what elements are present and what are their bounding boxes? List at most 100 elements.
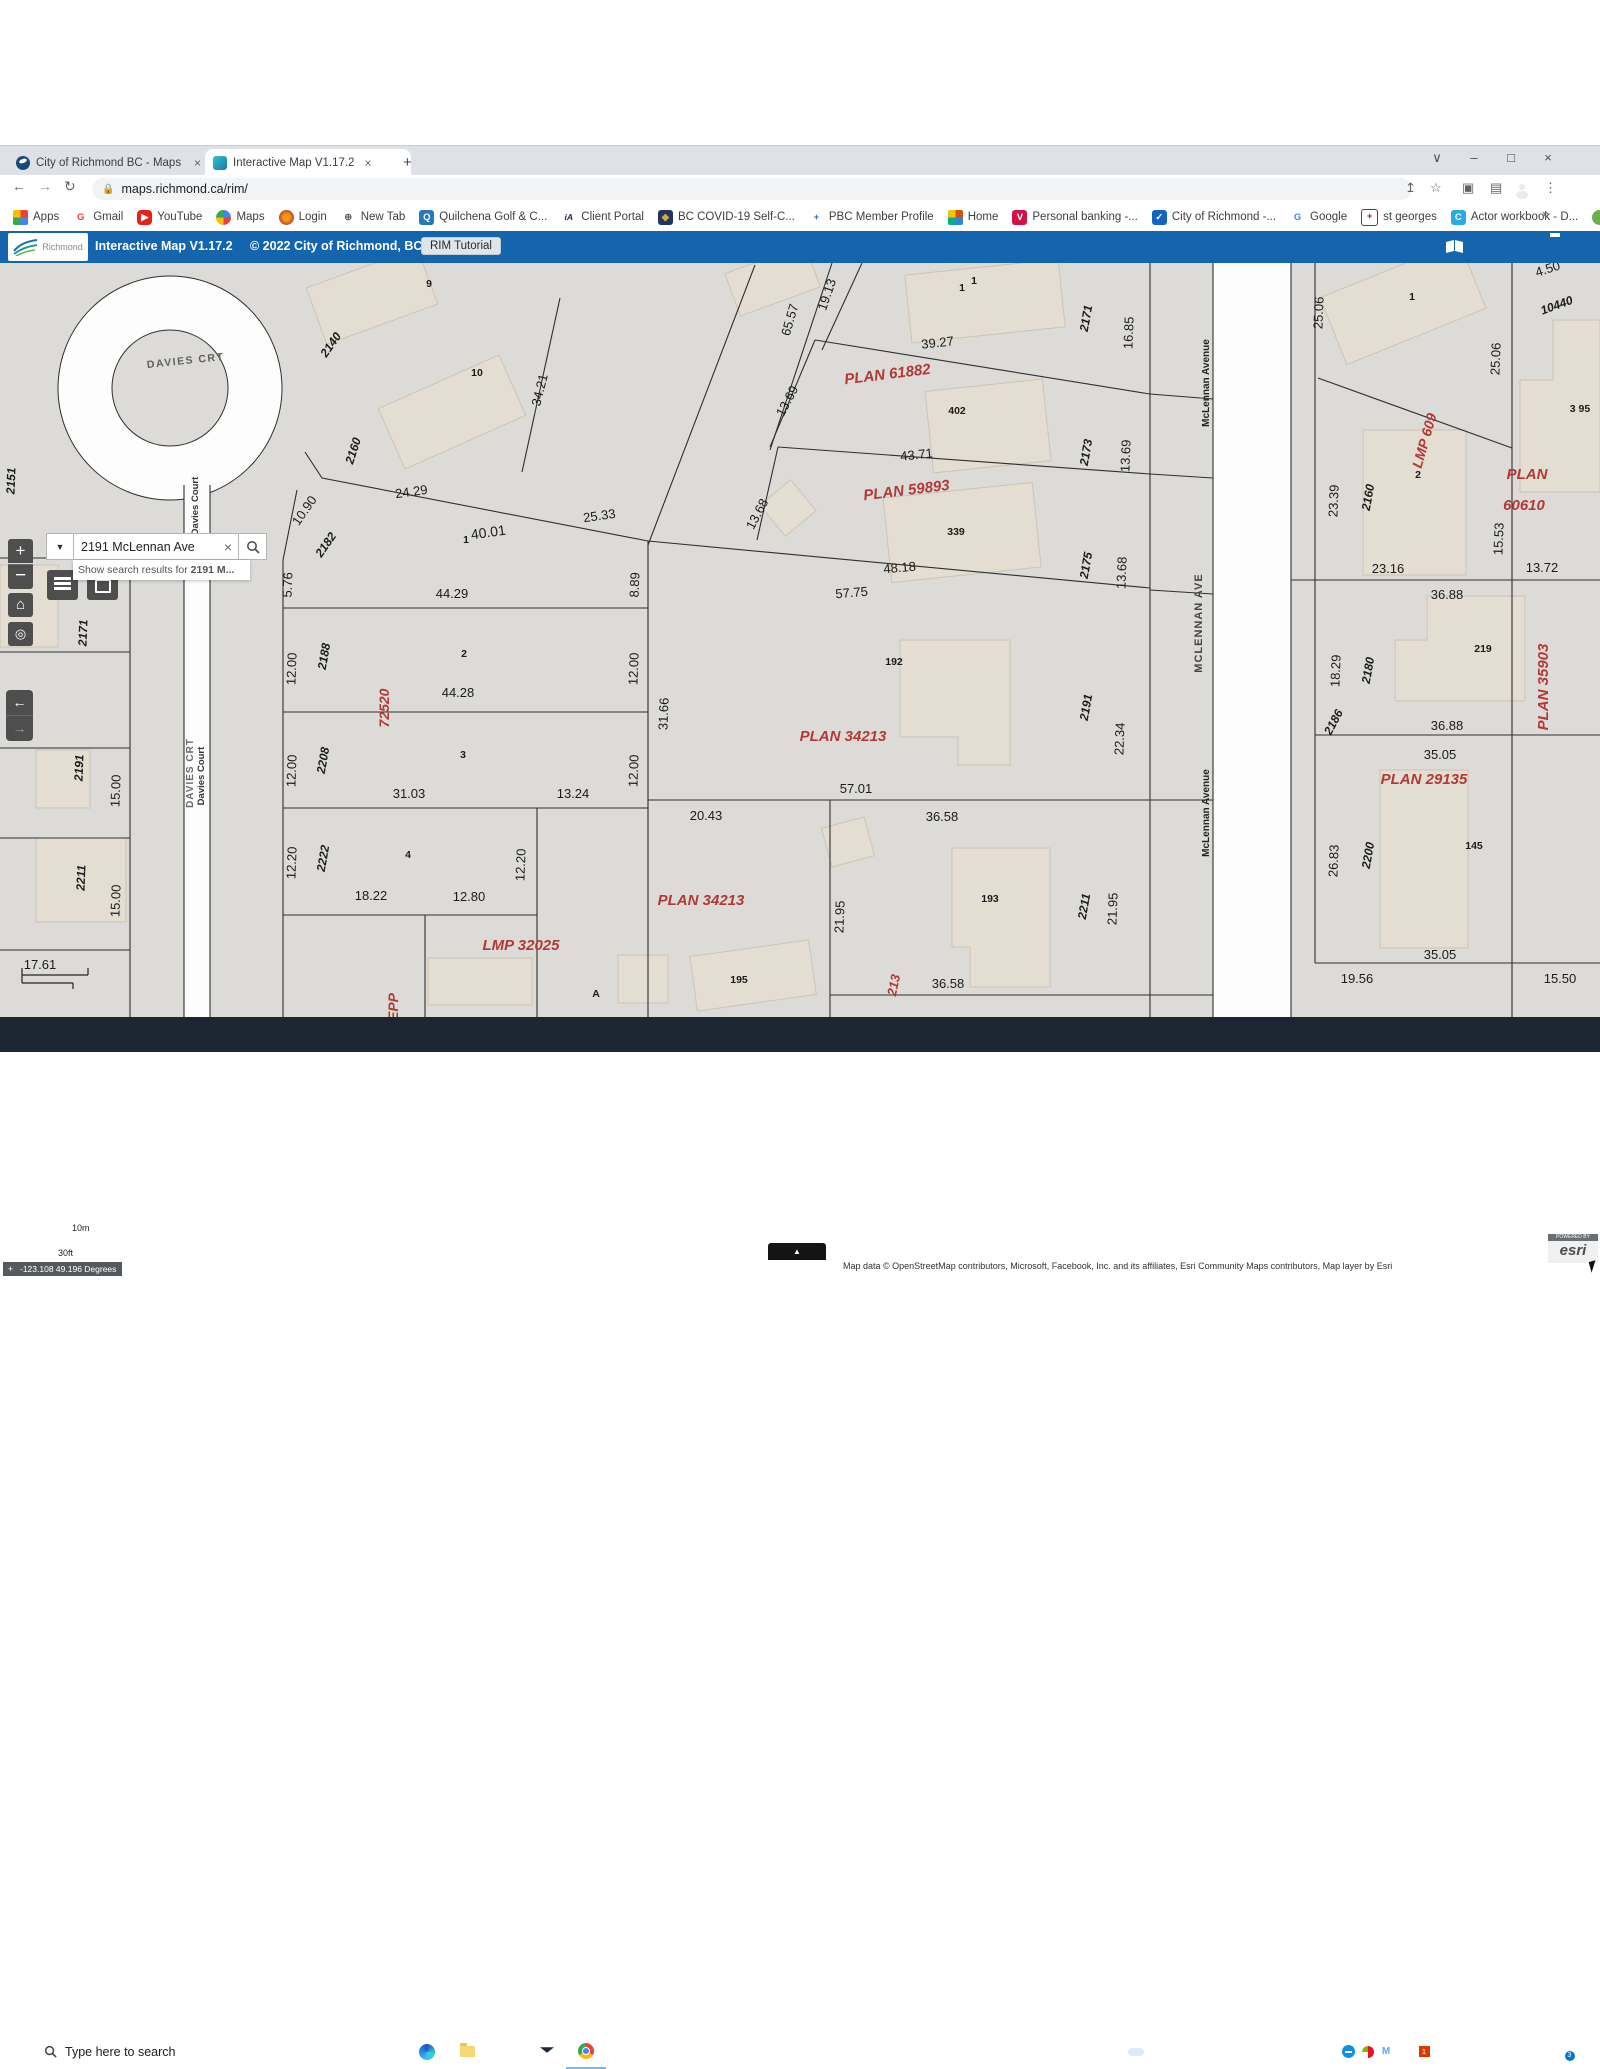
map-label: 44.28 (442, 685, 475, 700)
search-button[interactable] (238, 533, 267, 560)
forward-icon[interactable]: → (38, 178, 52, 194)
mail-icon (540, 2047, 555, 2057)
bookmark-label: Actor workbook - D... (1471, 211, 1578, 223)
building-footprint (900, 640, 1010, 765)
url-field[interactable]: 🔒 maps.richmond.ca/rim/ (92, 178, 1412, 200)
bookmark-item[interactable]: iAClient Portal (554, 206, 651, 228)
map-label: 5.76 (280, 572, 296, 598)
search-suggestion[interactable]: Show search results for 2191 M... (73, 560, 250, 580)
expand-panel-button[interactable]: ▲ (768, 1243, 826, 1260)
tab-close-icon[interactable]: × (194, 156, 201, 170)
extensions-icon[interactable]: ▣ (1462, 180, 1474, 196)
legend-list-icon[interactable] (1478, 237, 1502, 257)
bookmark-item[interactable]: Apple Financial Ser... (1585, 206, 1600, 228)
start-button[interactable] (0, 2034, 36, 2069)
bookmark-star-icon[interactable]: ☆ (1430, 180, 1442, 196)
layers-icon (54, 577, 71, 591)
file-explorer-button[interactable] (448, 2034, 486, 2069)
new-tab-button[interactable]: + (403, 154, 412, 171)
alert-badge-tray-icon[interactable]: 1 (1414, 2034, 1434, 2069)
bookmark-favicon: ▶ (137, 210, 152, 225)
richmond-logo[interactable]: Richmond (8, 233, 88, 261)
bookmark-item[interactable]: ✓City of Richmond -... (1145, 206, 1283, 228)
crosshair-icon[interactable]: + (5, 1264, 16, 1275)
bookmark-item[interactable]: Home (941, 206, 1006, 228)
cortana-button[interactable] (332, 2034, 368, 2069)
map-label: 18.22 (355, 888, 388, 903)
bookmark-item[interactable]: Apps (6, 206, 66, 228)
building-footprint (690, 940, 816, 1011)
bookmark-item[interactable]: VPersonal banking -... (1005, 206, 1144, 228)
map-label: 2191 (72, 754, 87, 782)
windows-taskbar: Type here to search 10°C Mostly cloudy ∧… (0, 1017, 1600, 1052)
bookmarks-overflow-icon[interactable]: » (1542, 206, 1549, 221)
window-minimize-icon[interactable]: – (1459, 150, 1489, 165)
store-button[interactable] (488, 2034, 526, 2069)
weather-widget[interactable]: 10°C Mostly cloudy (1128, 2034, 1303, 2069)
print-icon[interactable] (1543, 237, 1567, 257)
map-label: 2171 (76, 619, 91, 647)
building-footprint (905, 263, 1065, 343)
tab-title: Interactive Map V1.17.2 (233, 157, 354, 169)
edge-button[interactable] (408, 2034, 446, 2069)
teamviewer-tray-icon[interactable] (1338, 2034, 1358, 2069)
zoom-in-button[interactable]: + (8, 539, 33, 563)
language-indicator[interactable]: ENG US (1445, 2034, 1469, 2069)
bookmarks-widget-icon[interactable] (1443, 237, 1467, 257)
zoom-out-button[interactable]: − (8, 564, 33, 589)
notification-center-button[interactable]: 3 (1550, 2034, 1576, 2069)
bookmark-item[interactable]: ⊕New Tab (334, 206, 413, 228)
next-extent-button[interactable]: → (6, 715, 33, 741)
taskbar-search-input[interactable]: Type here to search (36, 2038, 331, 2065)
mail-button[interactable] (528, 2034, 566, 2069)
home-extent-button[interactable]: ⌂ (8, 593, 33, 617)
bookmark-item[interactable]: QQuilchena Golf & C... (412, 206, 554, 228)
m-app-tray-icon[interactable]: M (1376, 2034, 1396, 2069)
tab-close-icon[interactable]: × (364, 156, 371, 170)
bookmark-item[interactable]: ▶YouTube (130, 206, 209, 228)
window-close-icon[interactable]: × (1533, 150, 1563, 165)
locate-button[interactable]: ◎ (8, 622, 33, 646)
previous-extent-button[interactable]: ← (6, 690, 33, 715)
basemap-grid-icon[interactable] (1511, 237, 1535, 257)
map-label: 2180 (1359, 656, 1378, 686)
window-chevron-icon[interactable]: ∨ (1422, 150, 1452, 166)
chrome-button[interactable] (566, 2034, 606, 2069)
map-canvas[interactable]: 24.2940.0125.3310.905.7644.298.8912.0044… (0, 263, 1600, 1017)
search-input[interactable]: 2191 McLennan Ave × (73, 533, 239, 560)
reload-icon[interactable]: ↻ (64, 178, 76, 195)
security-tray-icon[interactable] (1358, 2034, 1378, 2069)
map-label: 2175 (1077, 551, 1096, 581)
search-source-dropdown[interactable]: ▼ (46, 533, 74, 560)
bookmark-item[interactable]: Login (272, 206, 334, 228)
rim-tutorial-button[interactable]: RIM Tutorial (421, 237, 501, 255)
search-value: 2191 McLennan Ave (74, 540, 218, 554)
bookmark-item[interactable]: GGmail (66, 206, 130, 228)
tray-chevron-icon[interactable]: ∧ (1296, 2034, 1316, 2069)
task-view-button[interactable] (368, 2034, 404, 2069)
map-label: 57.01 (840, 781, 873, 796)
map-label: Davies Court (196, 746, 207, 805)
clear-search-icon[interactable]: × (218, 539, 238, 555)
bookmark-item[interactable]: Maps (209, 206, 271, 228)
bookmark-item[interactable]: +st georges (1354, 206, 1444, 228)
bookmark-item[interactable]: CActor workbook - D... (1444, 206, 1585, 228)
map-label: 36.58 (926, 809, 959, 824)
tab-interactive-map[interactable]: Interactive Map V1.17.2 × (205, 149, 411, 176)
cortana-icon (342, 2043, 359, 2060)
map-label: 1 (463, 534, 469, 546)
bookmark-item[interactable]: GGoogle (1283, 206, 1354, 228)
back-icon[interactable]: ← (12, 178, 26, 194)
display-tray-icon[interactable] (1394, 2034, 1414, 2069)
window-maximize-icon[interactable]: □ (1496, 150, 1526, 165)
map-label: MCLENNAN AVE (1193, 573, 1205, 672)
reading-list-icon[interactable]: ▤ (1490, 180, 1502, 196)
notification-badge: 3 (1565, 2051, 1575, 2061)
share-icon[interactable]: ↥ (1405, 180, 1416, 196)
bookmark-item[interactable]: ◆BC COVID-19 Self-C... (651, 206, 802, 228)
tab-city-of-richmond[interactable]: City of Richmond BC - Maps & R × (8, 149, 209, 176)
device-tray-icon[interactable] (1318, 2034, 1338, 2069)
menu-dots-icon[interactable]: ⋮ (1544, 180, 1557, 196)
bookmark-item[interactable]: +PBC Member Profile (802, 206, 941, 228)
taskbar-clock[interactable]: 11:15 AM 13/05/2022 (1468, 2037, 1536, 2065)
